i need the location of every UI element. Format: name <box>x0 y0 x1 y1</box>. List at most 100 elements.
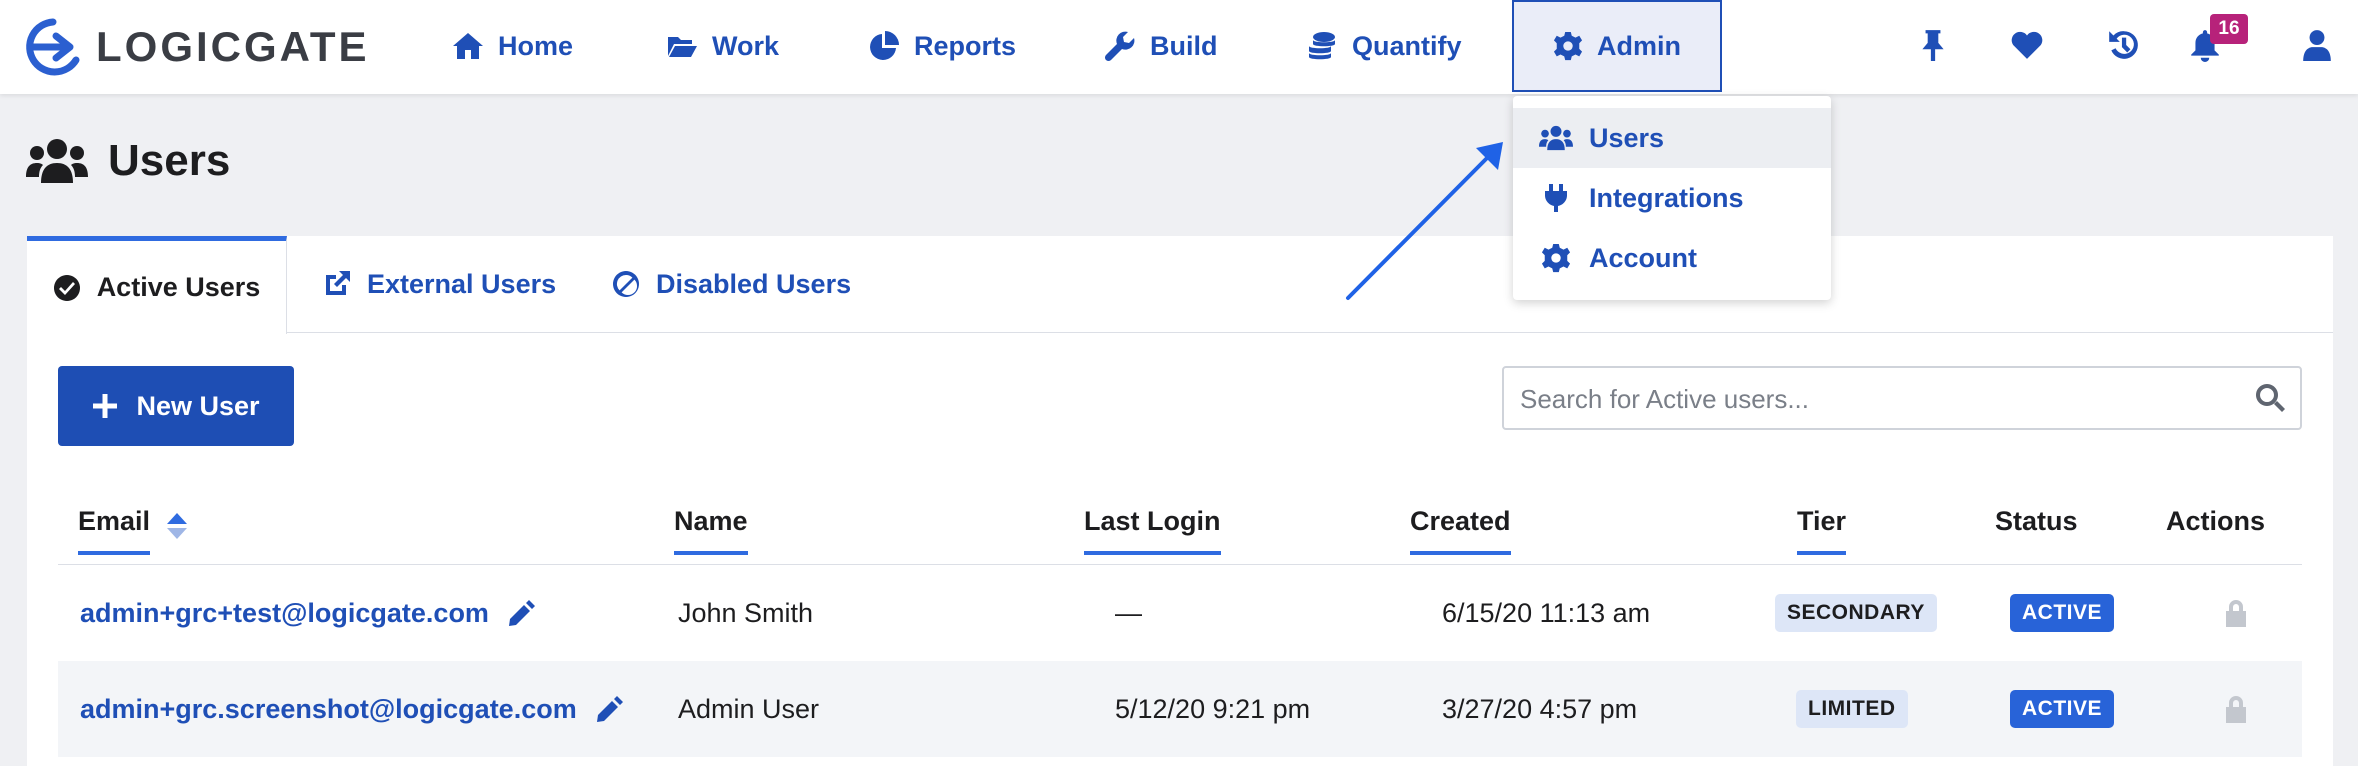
nav-quantify[interactable]: Quantify <box>1306 0 1462 92</box>
column-header-name[interactable]: Name <box>674 506 748 555</box>
favorites-button[interactable] <box>2010 28 2044 62</box>
gear-icon <box>1553 31 1583 61</box>
created-cell: 3/27/20 4:57 pm <box>1442 693 1638 724</box>
users-card: Active Users External Users Disabled Use… <box>27 236 2333 766</box>
logo[interactable]: LOGICGATE <box>24 16 370 78</box>
wrench-icon <box>1104 31 1135 62</box>
search-icon[interactable] <box>2254 382 2286 414</box>
admin-menu-item-integrations-label: Integrations <box>1589 182 1744 213</box>
user-icon <box>2303 30 2331 61</box>
external-link-icon <box>326 271 350 295</box>
home-icon <box>453 33 483 59</box>
column-header-created[interactable]: Created <box>1410 506 1511 555</box>
admin-dropdown-menu: Users Integrations Account <box>1513 96 1831 300</box>
tab-active-users[interactable]: Active Users <box>27 236 287 334</box>
table-row: admin+grc.screenshot@logicgate.com Admin… <box>58 661 2302 757</box>
pencil-icon[interactable] <box>595 694 625 724</box>
pin-button[interactable] <box>1916 28 1950 62</box>
folder-open-icon <box>668 37 697 57</box>
nav-quantify-label: Quantify <box>1352 30 1462 61</box>
user-menu-button[interactable] <box>2300 28 2334 62</box>
email-cell[interactable]: admin+grc.screenshot@logicgate.com <box>80 661 625 757</box>
new-user-label: New User <box>136 390 260 421</box>
nav-admin-label: Admin <box>1597 30 1681 61</box>
status-cell: ACTIVE <box>2010 661 2115 757</box>
heart-icon <box>2011 31 2043 59</box>
table-row: admin+grc+test@logicgate.com John Smith … <box>58 565 2302 661</box>
page-title-text: Users <box>108 136 231 185</box>
history-button[interactable] <box>2106 28 2140 62</box>
email-cell[interactable]: admin+grc+test@logicgate.com <box>80 565 537 661</box>
gear-icon <box>1541 243 1571 273</box>
users-icon <box>26 139 88 183</box>
name-cell: John Smith <box>678 597 814 628</box>
check-circle-icon <box>53 274 80 301</box>
column-header-actions: Actions <box>2166 506 2265 551</box>
tab-disabled-users[interactable]: Disabled Users <box>612 236 851 332</box>
email-link[interactable]: admin+grc.screenshot@logicgate.com <box>80 694 577 725</box>
column-header-actions-label: Actions <box>2166 506 2266 536</box>
logicgate-logo-icon <box>26 18 80 76</box>
column-header-email[interactable]: Email <box>78 506 151 555</box>
lock-icon <box>2226 600 2246 627</box>
status-badge: ACTIVE <box>2010 690 2115 728</box>
search-box <box>1502 366 2302 430</box>
nav-reports-label: Reports <box>914 30 1017 61</box>
nav-build[interactable]: Build <box>1104 0 1218 92</box>
nav-home[interactable]: Home <box>452 0 573 92</box>
name-cell: Admin User <box>678 693 820 724</box>
nav-reports[interactable]: Reports <box>868 0 1016 92</box>
nav-work-label: Work <box>712 30 780 61</box>
admin-menu-item-integrations[interactable]: Integrations <box>1513 168 1831 228</box>
plus-icon <box>93 394 118 418</box>
admin-menu-item-users[interactable]: Users <box>1513 108 1831 168</box>
email-link[interactable]: admin+grc+test@logicgate.com <box>80 598 489 629</box>
top-navigation-bar: LOGICGATE Home Work Reports Build Quanti… <box>0 0 2358 94</box>
new-user-button[interactable]: New User <box>58 366 294 446</box>
column-header-email-label: Email <box>78 506 151 536</box>
nav-work[interactable]: Work <box>666 0 779 92</box>
nav-admin[interactable]: Admin <box>1512 0 1722 92</box>
nav-build-label: Build <box>1150 30 1218 61</box>
actions-cell <box>2223 565 2249 661</box>
coins-icon <box>1309 32 1335 60</box>
admin-menu-item-account-label: Account <box>1589 242 1697 273</box>
tab-disabled-users-label: Disabled Users <box>656 268 852 299</box>
lock-icon <box>2226 696 2246 723</box>
last-login-cell: 5/12/20 9:21 pm <box>1115 693 1311 724</box>
tab-external-users-label: External Users <box>367 268 557 299</box>
pencil-icon[interactable] <box>507 598 537 628</box>
plug-icon <box>1545 184 1567 212</box>
tier-cell: LIMITED <box>1796 661 1908 757</box>
tab-external-users[interactable]: External Users <box>323 236 556 332</box>
tier-cell: SECONDARY <box>1775 565 1937 661</box>
created-cell: 6/15/20 11:13 am <box>1442 597 1651 628</box>
ban-icon <box>612 271 639 297</box>
column-header-last-login[interactable]: Last Login <box>1084 506 1221 555</box>
search-input[interactable] <box>1518 368 2232 430</box>
page-title: Users <box>26 136 230 186</box>
status-cell: ACTIVE <box>2010 565 2115 661</box>
notification-count-badge: 16 <box>2210 14 2248 44</box>
actions-cell <box>2223 661 2249 757</box>
column-header-name-label: Name <box>674 506 748 536</box>
nav-home-label: Home <box>498 30 574 61</box>
column-header-status: Status <box>1995 506 2078 551</box>
tier-badge: LIMITED <box>1796 690 1908 728</box>
pie-chart-icon <box>870 31 899 60</box>
admin-menu-item-users-label: Users <box>1589 122 1665 153</box>
tier-badge: SECONDARY <box>1775 594 1937 632</box>
column-header-created-label: Created <box>1410 506 1511 536</box>
tab-active-users-label: Active Users <box>96 272 261 302</box>
pin-icon <box>1922 30 1944 61</box>
sort-icon[interactable] <box>166 512 188 540</box>
column-header-last-login-label: Last Login <box>1084 506 1221 536</box>
admin-menu-item-account[interactable]: Account <box>1513 228 1831 288</box>
history-icon <box>2109 31 2138 59</box>
users-icon <box>1539 125 1573 151</box>
column-header-tier[interactable]: Tier <box>1797 506 1847 555</box>
status-badge: ACTIVE <box>2010 594 2115 632</box>
last-login-cell: — <box>1115 597 1142 628</box>
column-header-tier-label: Tier <box>1797 506 1847 536</box>
brand-name: LOGICGATE <box>96 23 370 70</box>
